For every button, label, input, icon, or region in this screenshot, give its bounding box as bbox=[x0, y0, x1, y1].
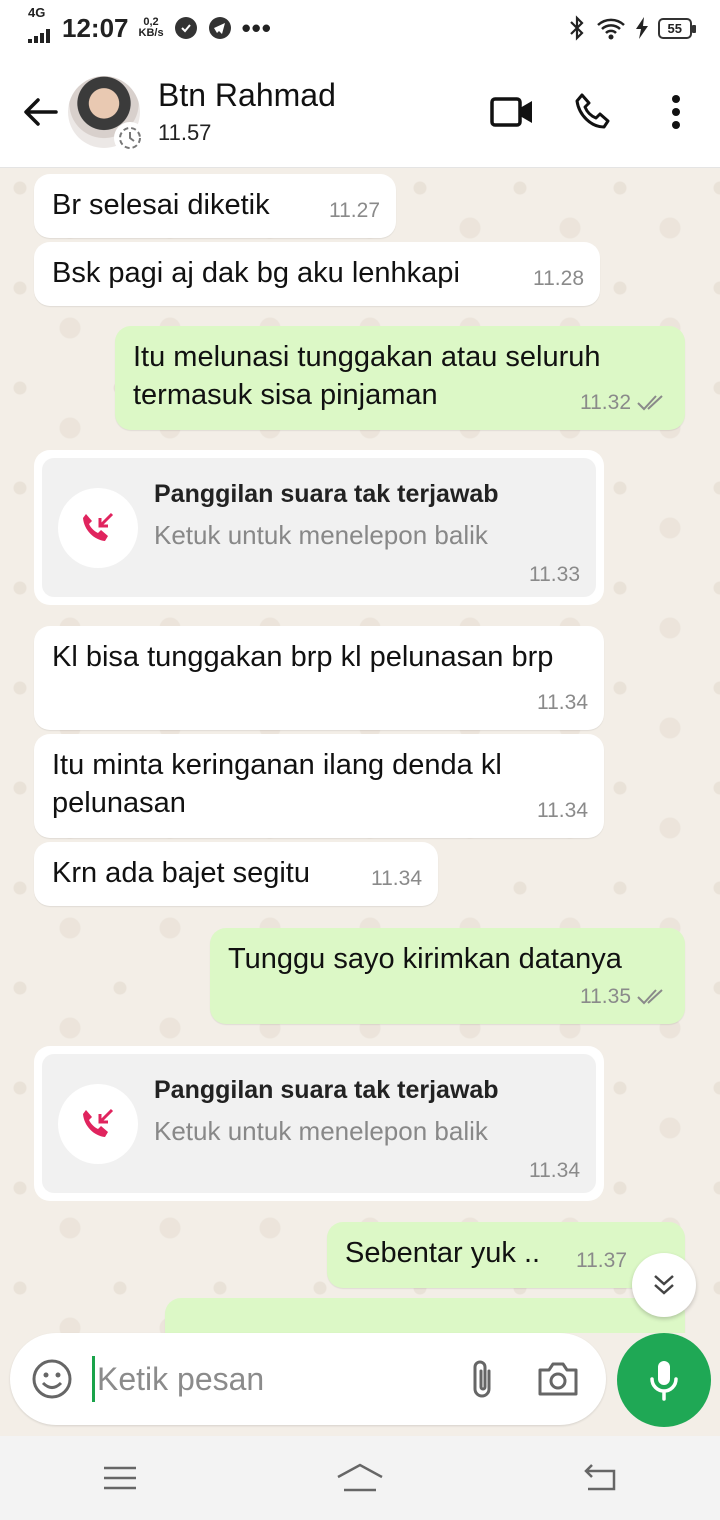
voice-call-button[interactable] bbox=[564, 82, 624, 142]
back-button[interactable] bbox=[10, 82, 70, 142]
scroll-to-bottom-button[interactable] bbox=[632, 1253, 696, 1317]
message-text: Kl bisa tunggakan brp kl pelunasan brp bbox=[52, 641, 554, 673]
message-incoming[interactable]: Kl bisa tunggakan brp kl pelunasan brp 1… bbox=[34, 626, 604, 730]
charging-icon bbox=[635, 17, 648, 39]
last-seen: 11.57 bbox=[158, 120, 212, 145]
back-arrow-icon bbox=[24, 97, 58, 126]
status-bar: 4G 12:07 0,2 KB/s ••• 55 bbox=[0, 0, 720, 56]
menu-icon bbox=[104, 1466, 136, 1490]
message-text: Itu minta keringanan ilang denda kl pelu… bbox=[52, 749, 502, 819]
back-nav-button[interactable] bbox=[555, 1448, 645, 1508]
message-incoming[interactable]: Krn ada bajet segitu 11.34 bbox=[34, 842, 438, 906]
voice-call-icon bbox=[575, 93, 610, 128]
bluetooth-icon bbox=[569, 15, 584, 41]
message-outgoing[interactable]: Tunggu sayo kirimkan datanya 11.35 bbox=[210, 928, 685, 1024]
message-time: 11.34 bbox=[529, 1159, 580, 1182]
emoji-button[interactable] bbox=[30, 1357, 74, 1401]
video-call-button[interactable] bbox=[482, 82, 542, 142]
camera-icon bbox=[538, 1362, 578, 1396]
more-options-icon bbox=[672, 94, 680, 129]
message-text: Br selesai diketik bbox=[52, 189, 270, 221]
attach-icon bbox=[473, 1360, 491, 1398]
attach-button[interactable] bbox=[454, 1351, 510, 1407]
message-time: 11.34 bbox=[537, 691, 588, 714]
notification-app-icon bbox=[174, 17, 197, 39]
more-notifications-icon: ••• bbox=[241, 12, 272, 43]
read-ticks-icon bbox=[637, 989, 663, 1005]
wifi-icon bbox=[596, 18, 625, 40]
data-speed: 0,2 KB/s bbox=[139, 17, 164, 39]
call-title: Panggilan suara tak terjawab bbox=[154, 480, 499, 508]
message-outgoing[interactable]: Itu melunasi tunggakan atau seluruh term… bbox=[115, 326, 685, 430]
recent-apps-button[interactable] bbox=[75, 1448, 165, 1508]
missed-call-message[interactable]: Panggilan suara tak terjawab Ketuk untuk… bbox=[34, 1046, 604, 1201]
message-text: Sebentar yuk .. bbox=[345, 1237, 541, 1269]
camera-button[interactable] bbox=[530, 1351, 586, 1407]
chat-area[interactable]: Br selesai diketik 11.27 Bsk pagi aj dak… bbox=[0, 168, 720, 1333]
message-outgoing-partial[interactable] bbox=[165, 1298, 685, 1333]
chat-header: Btn Rahmad 11.57 bbox=[0, 56, 720, 168]
network-indicator: 4G bbox=[28, 6, 52, 50]
call-title: Panggilan suara tak terjawab bbox=[154, 1076, 499, 1104]
message-time: 11.34 bbox=[371, 867, 422, 890]
telegram-icon bbox=[208, 17, 231, 39]
video-call-icon bbox=[490, 96, 532, 127]
avatar[interactable] bbox=[68, 75, 146, 154]
battery-level: 55 bbox=[657, 17, 697, 39]
data-speed-unit: KB/s bbox=[138, 27, 164, 39]
home-button[interactable] bbox=[315, 1448, 405, 1508]
call-subtitle: Ketuk untuk menelepon balik bbox=[154, 520, 488, 550]
message-time: 11.32 bbox=[580, 391, 631, 414]
mic-button[interactable] bbox=[617, 1333, 711, 1427]
message-input[interactable]: Ketik pesan bbox=[92, 1356, 454, 1402]
home-icon bbox=[337, 1463, 383, 1492]
message-composer: Ketik pesan bbox=[10, 1333, 606, 1425]
scroll-down-icon bbox=[654, 1275, 674, 1295]
more-options-button[interactable] bbox=[646, 82, 706, 142]
emoji-icon bbox=[32, 1359, 72, 1399]
message-text: Bsk pagi aj dak bg aku lenhkapi bbox=[52, 257, 460, 289]
missed-call-icon bbox=[83, 1108, 114, 1137]
system-navigation-bar bbox=[0, 1436, 720, 1520]
text-caret bbox=[92, 1356, 95, 1402]
status-update-icon bbox=[114, 121, 146, 154]
contact-name: Btn Rahmad bbox=[158, 77, 336, 113]
message-text: Krn ada bajet segitu bbox=[52, 857, 310, 889]
message-time: 11.33 bbox=[529, 563, 580, 586]
missed-call-icon bbox=[83, 512, 114, 541]
message-time: 11.37 bbox=[576, 1249, 627, 1272]
missed-call-icon-circle bbox=[58, 487, 138, 568]
call-subtitle: Ketuk untuk menelepon balik bbox=[154, 1116, 488, 1146]
message-time: 11.34 bbox=[537, 799, 588, 822]
message-input-placeholder: Ketik pesan bbox=[97, 1360, 265, 1397]
missed-call-message[interactable]: Panggilan suara tak terjawab Ketuk untuk… bbox=[34, 450, 604, 605]
message-text: Tunggu sayo kirimkan datanya bbox=[228, 943, 622, 975]
clock: 12:07 bbox=[62, 12, 129, 43]
message-time: 11.28 bbox=[533, 267, 584, 290]
message-text: Itu melunasi tunggakan atau seluruh term… bbox=[133, 341, 601, 411]
read-ticks-icon bbox=[637, 395, 663, 411]
message-time: 11.27 bbox=[329, 199, 380, 222]
contact-info[interactable]: Btn Rahmad 11.57 bbox=[158, 77, 482, 146]
message-outgoing[interactable]: Sebentar yuk .. 11.37 bbox=[327, 1222, 685, 1288]
message-incoming[interactable]: Br selesai diketik 11.27 bbox=[34, 174, 396, 238]
mic-icon bbox=[650, 1361, 678, 1401]
message-incoming[interactable]: Itu minta keringanan ilang denda kl pelu… bbox=[34, 734, 604, 838]
network-type: 4G bbox=[28, 5, 46, 20]
missed-call-icon-circle bbox=[58, 1083, 138, 1164]
message-time: 11.35 bbox=[580, 985, 631, 1008]
message-incoming[interactable]: Bsk pagi aj dak bg aku lenhkapi 11.28 bbox=[34, 242, 600, 306]
back-nav-icon bbox=[584, 1464, 616, 1491]
